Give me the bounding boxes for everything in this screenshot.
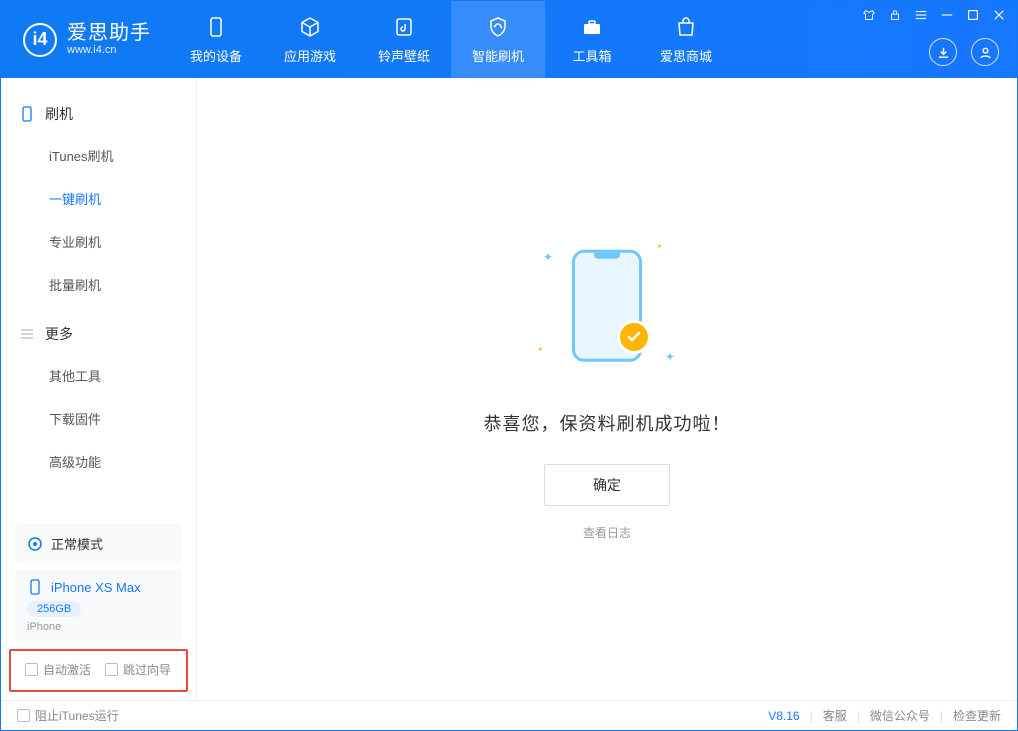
sparkle-icon: ✦ — [656, 242, 663, 251]
mode-icon — [27, 536, 43, 552]
tab-label: 工具箱 — [572, 46, 611, 65]
sidebar-section-flash: 刷机 iTunes刷机 一键刷机 专业刷机 批量刷机 — [1, 94, 196, 306]
footer-link-update[interactable]: 检查更新 — [953, 707, 1001, 724]
sidebar-header-flash: 刷机 — [1, 94, 196, 134]
tab-label: 爱思商城 — [660, 46, 712, 65]
device-type: iPhone — [27, 621, 61, 633]
download-button[interactable] — [929, 38, 957, 66]
tab-label: 应用游戏 — [284, 46, 336, 65]
checkbox-label: 阻止iTunes运行 — [35, 707, 119, 724]
user-button[interactable] — [971, 38, 999, 66]
header-actions — [929, 38, 999, 66]
device-icon — [19, 106, 35, 122]
tab-apps-games[interactable]: 应用游戏 — [263, 1, 357, 78]
music-icon — [391, 14, 417, 40]
logo-text: 爱思助手 www.i4.cn — [67, 22, 151, 56]
sparkle-icon: ✦ — [665, 350, 675, 364]
tab-label: 智能刷机 — [472, 46, 524, 65]
lock-icon[interactable] — [887, 7, 903, 23]
ok-button[interactable]: 确定 — [544, 464, 670, 506]
sidebar-item-oneclick[interactable]: 一键刷机 — [1, 177, 196, 220]
footer-right: V8.16 | 客服 | 微信公众号 | 检查更新 — [768, 707, 1001, 724]
checkbox-label: 自动激活 — [43, 661, 91, 678]
tab-my-device[interactable]: 我的设备 — [169, 1, 263, 78]
separator: | — [857, 709, 860, 723]
list-icon — [19, 326, 35, 342]
sidebar-item-other-tools[interactable]: 其他工具 — [1, 354, 196, 397]
checkbox-block-itunes[interactable]: 阻止iTunes运行 — [17, 707, 119, 724]
sparkle-icon: ✦ — [537, 345, 544, 354]
phone-small-icon — [27, 579, 43, 595]
sidebar-item-batch[interactable]: 批量刷机 — [1, 263, 196, 306]
sidebar-item-advanced[interactable]: 高级功能 — [1, 440, 196, 483]
checkbox-box — [17, 709, 30, 722]
phone-notch — [594, 252, 620, 258]
device-storage-badge: 256GB — [27, 601, 81, 617]
footer: 阻止iTunes运行 V8.16 | 客服 | 微信公众号 | 检查更新 — [1, 700, 1017, 730]
sidebar-item-itunes[interactable]: iTunes刷机 — [1, 134, 196, 177]
checkbox-skip-guide[interactable]: 跳过向导 — [105, 661, 171, 678]
refresh-shield-icon — [485, 14, 511, 40]
mode-box[interactable]: 正常模式 — [15, 524, 182, 563]
view-log-link[interactable]: 查看日志 — [583, 524, 631, 541]
logo-icon: i4 — [23, 23, 57, 57]
app-title: 爱思助手 — [67, 22, 151, 44]
app-body: 刷机 iTunes刷机 一键刷机 专业刷机 批量刷机 更多 其他工具 下载固件 … — [1, 78, 1017, 700]
device-name: iPhone XS Max — [51, 580, 141, 595]
shirt-icon[interactable] — [861, 7, 877, 23]
checkbox-box — [25, 663, 38, 676]
app-header: i4 爱思助手 www.i4.cn 我的设备 应用游戏 铃声壁纸 智能刷机 工具… — [1, 1, 1017, 78]
window-controls — [861, 7, 1007, 23]
menu-icon[interactable] — [913, 7, 929, 23]
sidebar-section-title: 更多 — [45, 324, 73, 344]
close-button[interactable] — [991, 7, 1007, 23]
main-content: ✦ ✦ ✦ ✦ 恭喜您，保资料刷机成功啦！ 确定 查看日志 — [197, 78, 1017, 700]
app-subtitle: www.i4.cn — [67, 44, 151, 56]
footer-link-support[interactable]: 客服 — [823, 707, 847, 724]
sparkle-icon: ✦ — [543, 250, 553, 264]
sidebar-item-download-fw[interactable]: 下载固件 — [1, 397, 196, 440]
checkbox-label: 跳过向导 — [123, 661, 171, 678]
minimize-button[interactable] — [939, 7, 955, 23]
checkbox-auto-activate[interactable]: 自动激活 — [25, 661, 91, 678]
tab-store[interactable]: 爱思商城 — [639, 1, 733, 78]
device-name-row: iPhone XS Max — [27, 579, 141, 595]
checkbox-box — [105, 663, 118, 676]
tab-label: 铃声壁纸 — [378, 46, 430, 65]
sidebar-header-more: 更多 — [1, 314, 196, 354]
sidebar-section-title: 刷机 — [45, 104, 73, 124]
mode-label: 正常模式 — [51, 534, 103, 553]
sidebar-section-more: 更多 其他工具 下载固件 高级功能 — [1, 314, 196, 483]
checkbox-row-highlight: 自动激活 跳过向导 — [9, 649, 188, 692]
tab-ringtones[interactable]: 铃声壁纸 — [357, 1, 451, 78]
success-illustration: ✦ ✦ ✦ ✦ — [537, 238, 677, 378]
success-message: 恭喜您，保资料刷机成功啦！ — [484, 410, 731, 436]
cube-icon — [297, 14, 323, 40]
tab-toolbox[interactable]: 工具箱 — [545, 1, 639, 78]
nav-tabs: 我的设备 应用游戏 铃声壁纸 智能刷机 工具箱 爱思商城 — [169, 1, 733, 78]
store-icon — [673, 14, 699, 40]
toolbox-icon — [579, 14, 605, 40]
device-box[interactable]: iPhone XS Max 256GB iPhone — [15, 569, 182, 643]
check-badge-icon — [617, 320, 651, 354]
version-label: V8.16 — [768, 709, 799, 723]
separator: | — [940, 709, 943, 723]
sidebar-bottom: 正常模式 iPhone XS Max 256GB iPhone 自动激活 跳过向… — [1, 518, 196, 700]
separator: | — [810, 709, 813, 723]
tab-smart-flash[interactable]: 智能刷机 — [451, 1, 545, 78]
logo-area: i4 爱思助手 www.i4.cn — [1, 22, 169, 56]
sidebar-item-pro[interactable]: 专业刷机 — [1, 220, 196, 263]
phone-icon — [203, 14, 229, 40]
sidebar: 刷机 iTunes刷机 一键刷机 专业刷机 批量刷机 更多 其他工具 下载固件 … — [1, 78, 197, 700]
footer-link-wechat[interactable]: 微信公众号 — [870, 707, 930, 724]
tab-label: 我的设备 — [190, 46, 242, 65]
maximize-button[interactable] — [965, 7, 981, 23]
